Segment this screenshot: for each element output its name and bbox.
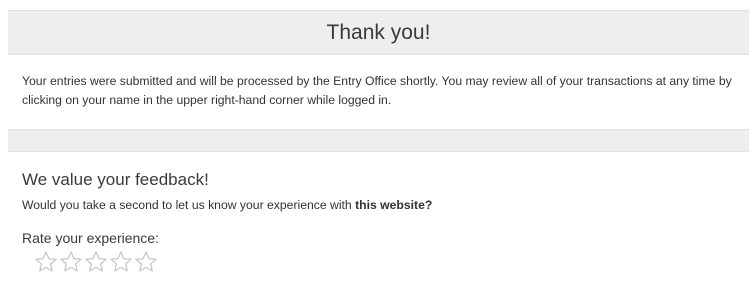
star-rating-1[interactable] (34, 250, 58, 274)
star-outline-icon (135, 251, 157, 272)
section-divider (8, 130, 749, 152)
confirmation-message: Your entries were submitted and will be … (22, 74, 732, 107)
thank-you-header: Thank you! (8, 10, 749, 55)
star-rating-2[interactable] (59, 250, 83, 274)
confirmation-panel: Your entries were submitted and will be … (8, 55, 749, 130)
feedback-question: Would you take a second to let us know y… (22, 198, 735, 212)
star-outline-icon (85, 251, 107, 272)
star-outline-icon (60, 251, 82, 272)
star-rating-3[interactable] (84, 250, 108, 274)
star-rating-5[interactable] (134, 250, 158, 274)
star-outline-icon (110, 251, 132, 272)
rate-experience-label: Rate your experience: (22, 230, 159, 246)
star-rating (34, 250, 735, 274)
feedback-panel: We value your feedback! Would you take a… (8, 152, 749, 294)
feedback-title: We value your feedback! (22, 170, 209, 189)
feedback-question-text: Would you take a second to let us know y… (22, 198, 356, 212)
star-rating-4[interactable] (109, 250, 133, 274)
star-outline-icon (35, 251, 57, 272)
feedback-question-emphasis: this website? (355, 198, 433, 212)
page-title: Thank you! (326, 21, 431, 44)
